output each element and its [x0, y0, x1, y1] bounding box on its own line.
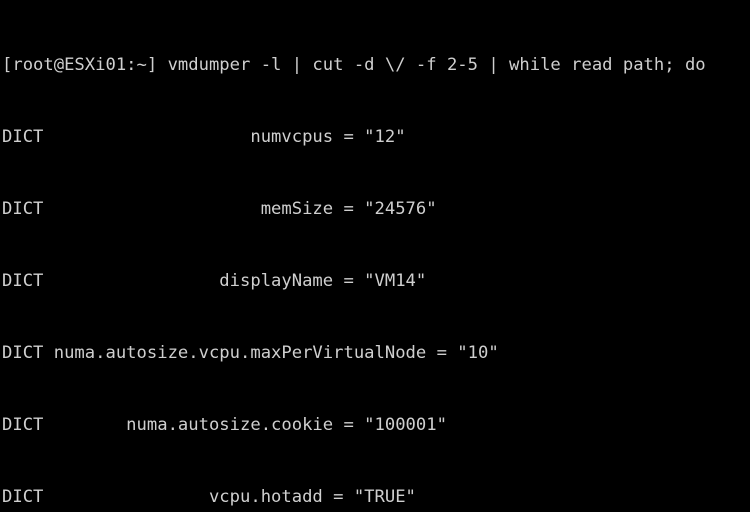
terminal-window[interactable]: [root@ESXi01:~] vmdumper -l | cut -d \/ … [0, 0, 750, 512]
terminal-line-dict-maxpervirtualnode: DICT numa.autosize.vcpu.maxPerVirtualNod… [2, 343, 499, 363]
terminal-line-dict-memsize: DICT memSize = "24576" [2, 199, 437, 219]
terminal-line-dict-numvcpus: DICT numvcpus = "12" [2, 127, 406, 147]
terminal-line-dict-displayname: DICT displayName = "VM14" [2, 271, 427, 291]
terminal-line-command: [root@ESXi01:~] vmdumper -l | cut -d \/ … [2, 55, 706, 75]
terminal-line-dict-autosize-cookie: DICT numa.autosize.cookie = "100001" [2, 415, 447, 435]
terminal-line-dict-vcpu-hotadd: DICT vcpu.hotadd = "TRUE" [2, 487, 416, 507]
terminal-screen[interactable]: [root@ESXi01:~] vmdumper -l | cut -d \/ … [2, 5, 706, 512]
